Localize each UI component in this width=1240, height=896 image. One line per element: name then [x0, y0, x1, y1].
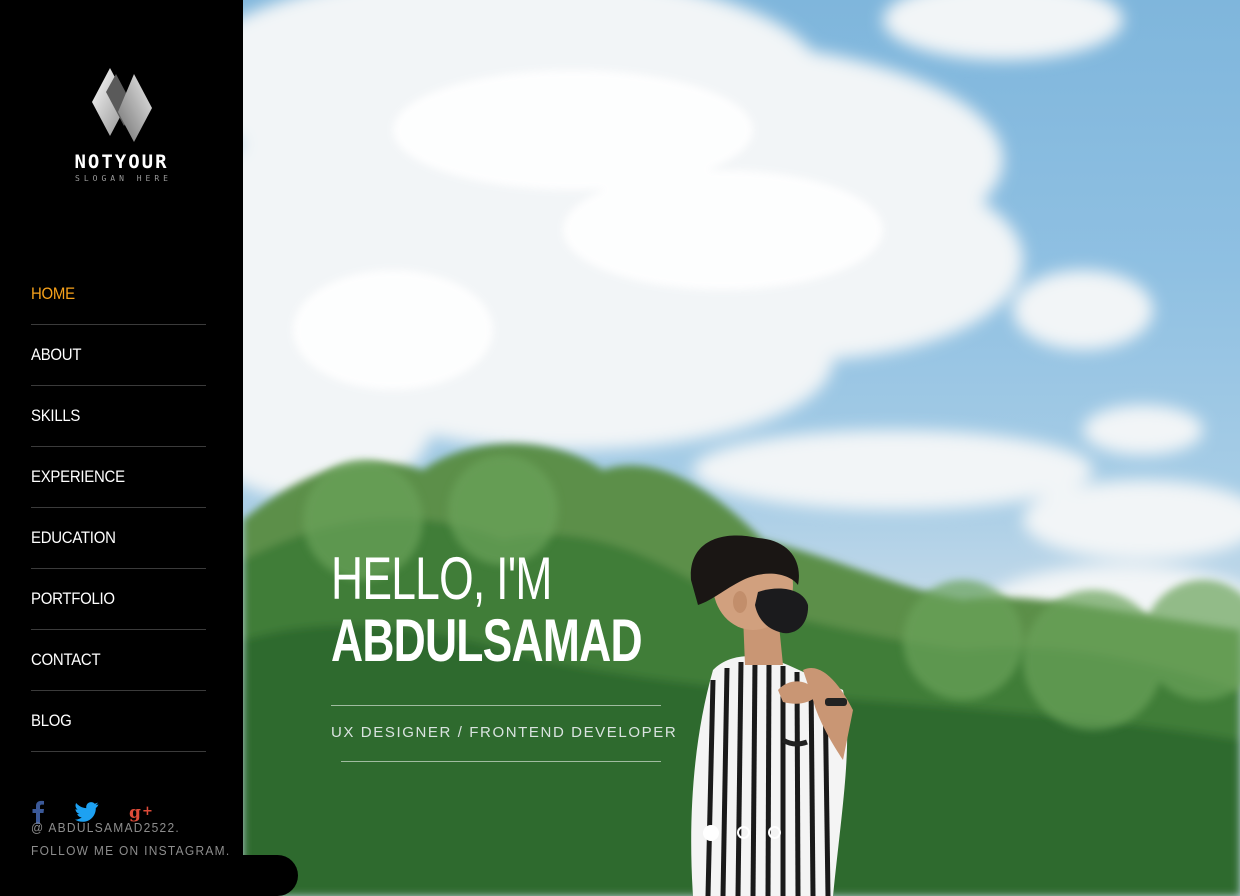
nav-item-label: EXPERIENCE: [31, 467, 125, 486]
instagram-handle[interactable]: @ ABDULSAMAD2522.: [31, 816, 231, 839]
slide-dot-1[interactable]: [703, 825, 719, 841]
nav-item-label: ABOUT: [31, 345, 82, 364]
nav-item-label: SKILLS: [31, 406, 81, 425]
nav-item-education[interactable]: EDUCATION: [31, 508, 206, 569]
hero-role: UX DESIGNER / FRONTEND DEVELOPER: [331, 724, 678, 741]
nav-item-label: HOME: [31, 284, 75, 303]
brand-logo-icon: [91, 68, 152, 142]
sidebar: NOTYOUR SLOGAN HERE HOME ABOUT SKILLS EX…: [0, 0, 243, 896]
nav-item-label: EDUCATION: [31, 528, 116, 547]
brand-logo[interactable]: NOTYOUR SLOGAN HERE: [0, 66, 243, 184]
main-nav: HOME ABOUT SKILLS EXPERIENCE EDUCATION P…: [31, 264, 206, 752]
nav-item-home[interactable]: HOME: [31, 264, 206, 325]
nav-item-label: CONTACT: [31, 650, 101, 669]
nav-item-contact[interactable]: CONTACT: [31, 630, 206, 691]
nav-item-portfolio[interactable]: PORTFOLIO: [31, 569, 206, 630]
divider: [341, 761, 661, 762]
slider-pagination: [703, 825, 781, 841]
hero-intro: HELLO, I'M ABDULSAMAD: [331, 548, 671, 672]
brand-name: NOTYOUR: [74, 151, 169, 173]
nav-item-skills[interactable]: SKILLS: [31, 386, 206, 447]
slide-dot-2[interactable]: [737, 826, 750, 839]
bottom-corner-tab: [0, 855, 298, 896]
nav-item-blog[interactable]: BLOG: [31, 691, 206, 752]
divider: [331, 705, 661, 706]
hero-name: ABDULSAMAD: [331, 607, 643, 674]
nav-item-experience[interactable]: EXPERIENCE: [31, 447, 206, 508]
brand-slogan: SLOGAN HERE: [75, 174, 172, 183]
nav-item-about[interactable]: ABOUT: [31, 325, 206, 386]
nav-item-label: PORTFOLIO: [31, 589, 115, 608]
slide-dot-3[interactable]: [768, 826, 781, 839]
hero-greeting: HELLO, I'M: [331, 545, 552, 612]
nav-item-label: BLOG: [31, 711, 72, 730]
